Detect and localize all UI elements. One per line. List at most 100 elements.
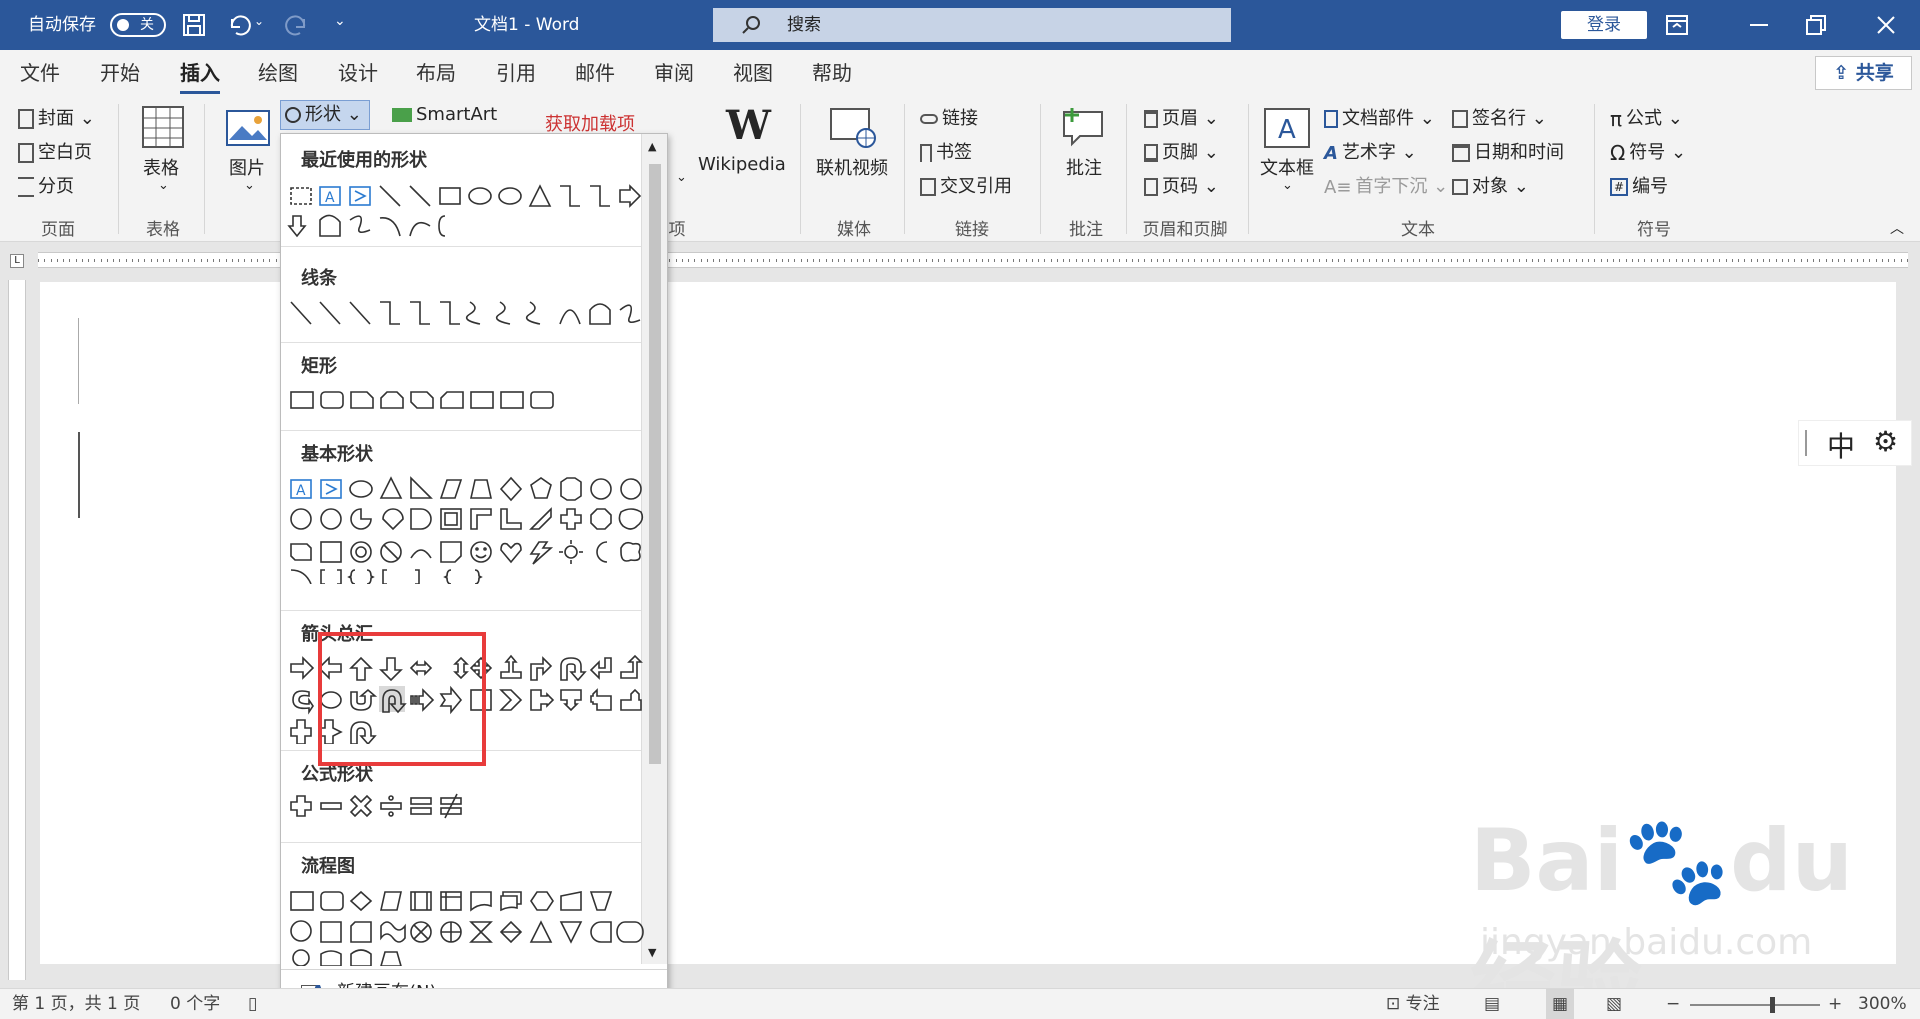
undo-dropdown-icon[interactable]: ⌄ bbox=[254, 14, 264, 28]
cover-page-button[interactable]: 封面 ⌄ bbox=[18, 104, 95, 130]
zoom-in-icon[interactable]: + bbox=[1828, 989, 1842, 1019]
number-icon: # bbox=[1610, 178, 1629, 196]
search-placeholder: 搜索 bbox=[787, 15, 821, 35]
symbol-button[interactable]: Ω 符号 ⌄ bbox=[1610, 138, 1686, 165]
watermark-bai: Bai bbox=[1470, 811, 1624, 911]
ribbon-display-icon[interactable] bbox=[1666, 15, 1688, 35]
zoom-level[interactable]: 300% bbox=[1858, 989, 1907, 1019]
search-icon bbox=[742, 16, 760, 34]
title-bar: 自动保存 关 ⌄ ⌄ 文档1 - Word 搜索 登录 bbox=[0, 0, 1920, 50]
quick-parts-button[interactable]: 文档部件 ⌄ bbox=[1324, 104, 1435, 130]
group-label-links: 链接 bbox=[955, 220, 989, 240]
addins-dropdown-icon[interactable]: ⌄ bbox=[676, 170, 687, 185]
number-button[interactable]: # 编号 bbox=[1610, 172, 1668, 198]
gear-icon[interactable]: ⚙ bbox=[1873, 425, 1898, 458]
signature-line-button[interactable]: 签名行 ⌄ bbox=[1452, 104, 1547, 130]
scroll-down-icon[interactable]: ▼ bbox=[648, 946, 656, 959]
wordart-button[interactable]: A 艺术字 ⌄ bbox=[1324, 138, 1417, 164]
header-icon bbox=[1144, 110, 1158, 128]
scroll-up-icon[interactable]: ▲ bbox=[648, 140, 656, 153]
table-dropdown-icon[interactable]: ⌄ bbox=[158, 178, 169, 193]
close-icon[interactable] bbox=[1876, 15, 1896, 35]
cover-page-label: 封面 bbox=[38, 108, 74, 129]
picture-button[interactable]: 图片 bbox=[229, 154, 265, 180]
zoom-out-icon[interactable]: − bbox=[1666, 989, 1680, 1019]
tab-review[interactable]: 审阅 bbox=[654, 50, 694, 96]
tab-layout[interactable]: 布局 bbox=[416, 50, 456, 96]
drop-cap-button: A≡ 首字下沉 ⌄ bbox=[1324, 176, 1449, 198]
share-button[interactable]: ⇪ 共享 bbox=[1815, 56, 1912, 90]
tab-mailings[interactable]: 邮件 bbox=[575, 50, 615, 96]
page-break-button[interactable]: 分页 bbox=[18, 172, 74, 198]
wikipedia-button[interactable]: Wikipedia bbox=[698, 154, 786, 175]
text-box-dropdown-icon[interactable]: ⌄ bbox=[1282, 178, 1293, 193]
equation-shapes-grid[interactable] bbox=[285, 790, 645, 822]
word-count[interactable]: 0 个字 bbox=[170, 989, 220, 1019]
lines-grid[interactable] bbox=[285, 296, 645, 332]
shapes-gallery: ▲ ▼ 最近使用的形状 A 线条 矩形 基本形状 A 箭头总汇 公式形状 流程图 bbox=[280, 133, 668, 1015]
picture-icon[interactable] bbox=[226, 110, 270, 146]
save-icon[interactable] bbox=[182, 13, 206, 37]
tab-draw[interactable]: 绘图 bbox=[258, 50, 298, 96]
wikipedia-icon[interactable]: W bbox=[726, 102, 771, 149]
cross-reference-button[interactable]: 交叉引用 bbox=[920, 172, 1012, 198]
proofing-icon[interactable]: ▯ bbox=[248, 989, 257, 1019]
zoom-slider-thumb[interactable] bbox=[1770, 997, 1775, 1013]
table-icon[interactable] bbox=[142, 106, 184, 148]
text-box-icon[interactable]: A bbox=[1264, 108, 1310, 148]
basic-shapes-grid[interactable]: A bbox=[285, 472, 645, 584]
picture-dropdown-icon[interactable]: ⌄ bbox=[244, 178, 255, 193]
tab-references[interactable]: 引用 bbox=[496, 50, 536, 96]
page-count[interactable]: 第 1 页，共 1 页 bbox=[12, 989, 140, 1019]
search-box[interactable]: 搜索 bbox=[713, 8, 1231, 42]
rectangles-grid[interactable] bbox=[285, 384, 645, 418]
tab-insert[interactable]: 插入 bbox=[180, 50, 220, 94]
online-video-icon[interactable] bbox=[830, 108, 876, 148]
undo-icon[interactable] bbox=[226, 13, 252, 37]
tab-help[interactable]: 帮助 bbox=[812, 50, 852, 96]
object-button[interactable]: 对象 ⌄ bbox=[1452, 172, 1529, 198]
tab-selector-icon[interactable]: L bbox=[10, 254, 24, 268]
smartart-button[interactable]: SmartArt bbox=[392, 104, 497, 125]
minimize-icon[interactable] bbox=[1750, 24, 1768, 26]
page-break-icon bbox=[18, 177, 34, 197]
date-time-button[interactable]: 日期和时间 bbox=[1452, 138, 1564, 164]
tab-home[interactable]: 开始 bbox=[100, 50, 140, 96]
blank-page-button[interactable]: 空白页 bbox=[18, 138, 92, 164]
comment-button[interactable]: 批注 bbox=[1066, 154, 1102, 180]
footer-button[interactable]: 页脚 ⌄ bbox=[1144, 138, 1219, 164]
tab-design[interactable]: 设计 bbox=[338, 50, 378, 96]
footer-label: 页脚 bbox=[1162, 142, 1198, 163]
online-video-button[interactable]: 联机视频 bbox=[816, 154, 888, 180]
group-label-pages: 页面 bbox=[41, 220, 75, 240]
scroll-thumb[interactable] bbox=[649, 164, 661, 764]
shapes-label: 形状 bbox=[305, 104, 341, 125]
print-layout-icon[interactable]: ▦ bbox=[1546, 989, 1575, 1019]
status-bar: 第 1 页，共 1 页 0 个字 ▯ ⊡ 专注 ▤ ▦ ▧ − + 300% bbox=[0, 988, 1920, 1019]
zoom-slider[interactable] bbox=[1690, 1004, 1820, 1006]
recent-shapes-grid[interactable]: A bbox=[285, 180, 645, 238]
collapse-ribbon-icon[interactable]: ︿ bbox=[1890, 218, 1904, 238]
read-mode-icon[interactable]: ▤ bbox=[1484, 989, 1500, 1019]
ime-indicator[interactable]: 中 ⚙ bbox=[1798, 420, 1912, 466]
table-button[interactable]: 表格 bbox=[143, 154, 179, 180]
link-button[interactable]: 链接 bbox=[920, 104, 978, 130]
comment-icon[interactable] bbox=[1062, 106, 1106, 148]
bookmark-button[interactable]: 书签 bbox=[920, 138, 972, 164]
customize-qat-icon[interactable]: ⌄ bbox=[334, 13, 346, 29]
text-box-button[interactable]: 文本框 bbox=[1260, 154, 1314, 180]
header-button[interactable]: 页眉 ⌄ bbox=[1144, 104, 1219, 130]
ime-mode: 中 bbox=[1827, 430, 1856, 463]
focus-button[interactable]: ⊡ 专注 bbox=[1386, 989, 1440, 1019]
equation-label: 公式 bbox=[1626, 108, 1663, 129]
equation-button[interactable]: π 公式 ⌄ bbox=[1610, 104, 1683, 131]
restore-icon[interactable] bbox=[1806, 15, 1826, 35]
tab-file[interactable]: 文件 bbox=[20, 50, 60, 96]
flowchart-grid[interactable] bbox=[285, 886, 645, 966]
login-button[interactable]: 登录 bbox=[1561, 11, 1647, 39]
shapes-button[interactable]: 形状 ⌄ bbox=[280, 100, 370, 130]
page-number-button[interactable]: 页码 ⌄ bbox=[1144, 172, 1219, 198]
autosave-toggle[interactable]: 关 bbox=[110, 13, 166, 37]
web-layout-icon[interactable]: ▧ bbox=[1606, 989, 1622, 1019]
tab-view[interactable]: 视图 bbox=[733, 50, 773, 96]
